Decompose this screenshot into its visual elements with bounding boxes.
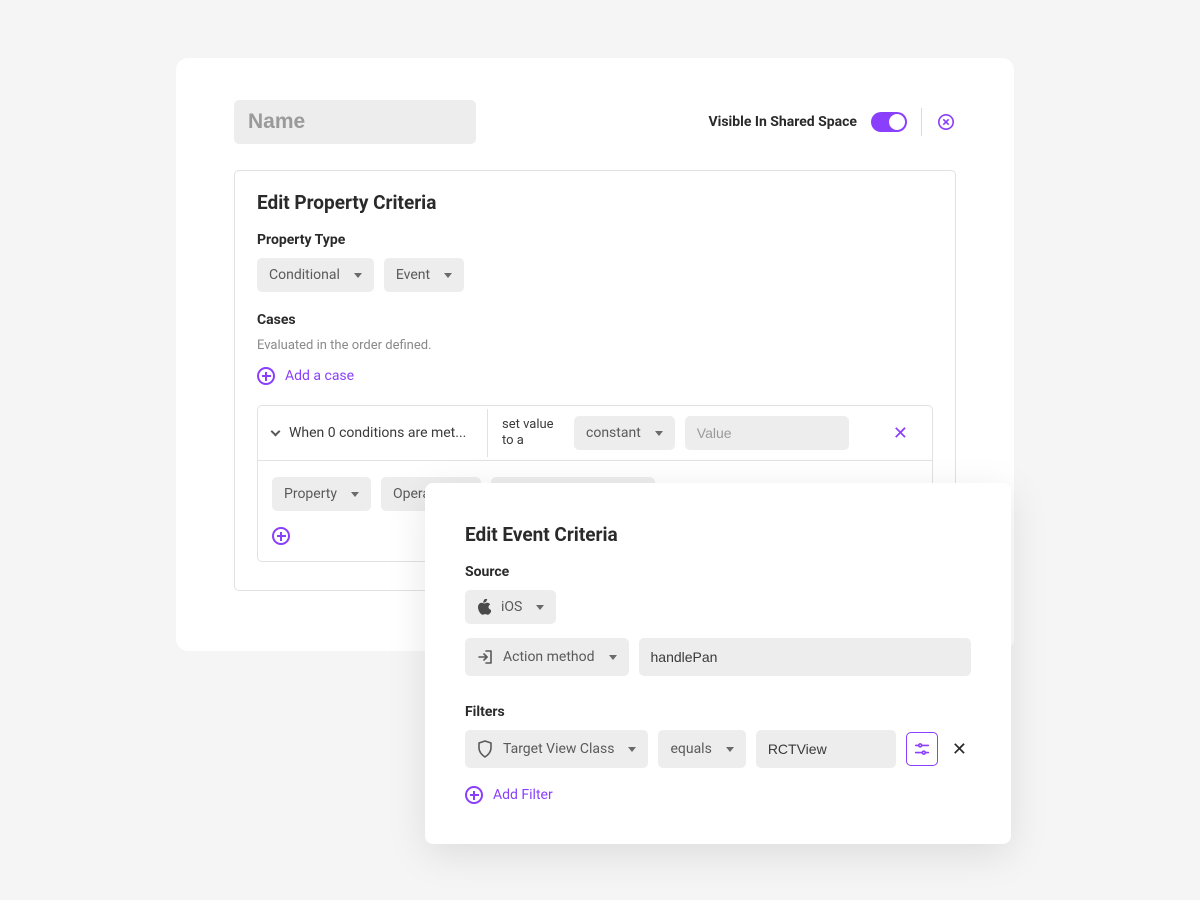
add-filter-button[interactable]: Add Filter [465, 786, 553, 804]
apple-icon [477, 599, 491, 615]
visible-in-shared-space-label: Visible In Shared Space [708, 114, 857, 130]
case-value-input[interactable] [685, 416, 849, 450]
chevron-down-icon [536, 605, 544, 610]
case-summary-text: When 0 conditions are met... [289, 425, 466, 441]
add-case-label: Add a case [285, 368, 354, 384]
chevron-down-icon [726, 747, 734, 752]
filter-tune-button[interactable] [906, 732, 938, 766]
property-type-dropdown-conditional[interactable]: Conditional [257, 258, 374, 292]
condition-property-dropdown[interactable]: Property [272, 477, 371, 511]
panel-title: Edit Property Criteria [257, 191, 933, 214]
source-label: Source [465, 564, 971, 580]
remove-case-button[interactable]: ✕ [869, 423, 932, 444]
chevron-down-icon [351, 492, 359, 497]
plus-circle-icon [465, 786, 483, 804]
plus-circle-icon [272, 527, 290, 545]
edit-event-criteria-card: Edit Event Criteria Source iOS Action me… [425, 483, 1011, 844]
case-value-controls: set value to a constant [488, 406, 869, 460]
value-type-dropdown[interactable]: constant [574, 416, 675, 450]
divider [921, 108, 922, 136]
property-type-dropdown-event[interactable]: Event [384, 258, 464, 292]
filter-value-input[interactable] [756, 730, 896, 768]
header-actions: Visible In Shared Space [708, 108, 956, 136]
card-header-row: Visible In Shared Space [234, 100, 956, 144]
dropdown-label: constant [586, 425, 641, 441]
chevron-down-icon [354, 273, 362, 278]
dropdown-label: equals [670, 741, 711, 757]
chevron-down-icon [628, 747, 636, 752]
add-filter-label: Add Filter [493, 787, 553, 803]
filter-operator-dropdown[interactable]: equals [658, 730, 745, 768]
property-type-label: Property Type [257, 232, 933, 248]
chevron-down-icon [655, 431, 663, 436]
cases-help-text: Evaluated in the order defined. [257, 338, 933, 353]
close-icon: ✕ [893, 423, 908, 444]
plus-circle-icon [257, 367, 275, 385]
action-icon [477, 649, 493, 665]
dropdown-label: Property [284, 486, 337, 502]
action-method-dropdown[interactable]: Action method [465, 638, 629, 676]
close-icon[interactable] [936, 112, 956, 132]
case-header-row: When 0 conditions are met... set value t… [258, 406, 932, 461]
name-input[interactable] [234, 100, 476, 144]
visibility-toggle[interactable] [871, 112, 907, 132]
remove-filter-button[interactable]: ✕ [948, 739, 971, 760]
chevron-down-icon [444, 273, 452, 278]
chevron-down-icon [271, 427, 281, 437]
dropdown-label: Conditional [269, 267, 340, 283]
source-dropdown[interactable]: iOS [465, 590, 556, 624]
shield-icon [477, 740, 493, 758]
dropdown-label: Target View Class [503, 741, 614, 757]
dropdown-label: Event [396, 267, 430, 283]
add-case-button[interactable]: Add a case [257, 367, 354, 385]
action-method-value-input[interactable] [639, 638, 971, 676]
chevron-down-icon [609, 655, 617, 660]
set-value-to-label: set value to a [502, 417, 564, 448]
panel-title: Edit Event Criteria [465, 523, 971, 546]
cases-label: Cases [257, 312, 933, 328]
case-summary-toggle[interactable]: When 0 conditions are met... [258, 409, 488, 457]
filter-attribute-dropdown[interactable]: Target View Class [465, 730, 648, 768]
filters-label: Filters [465, 704, 971, 720]
dropdown-label: Action method [503, 649, 595, 665]
dropdown-label: iOS [501, 599, 522, 615]
